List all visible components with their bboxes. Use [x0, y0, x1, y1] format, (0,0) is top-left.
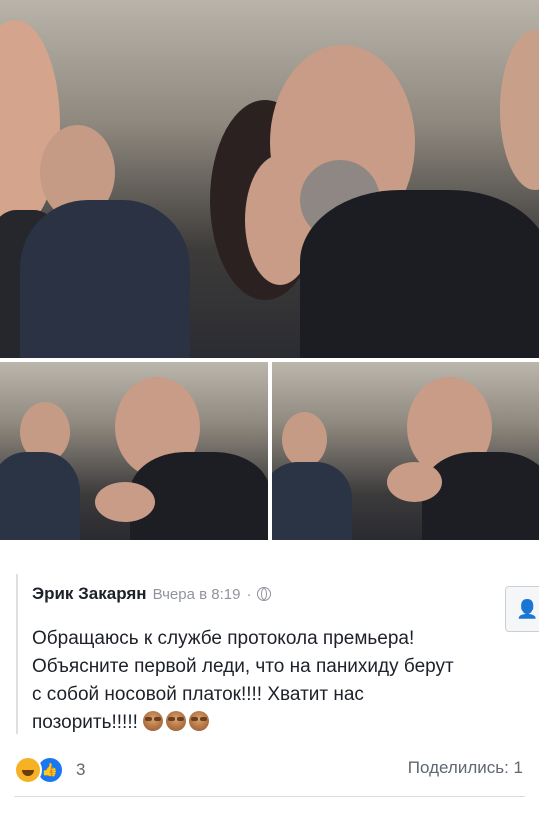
post-text-line: с собой носовой платок!!!! Хватит нас: [32, 684, 364, 705]
post-text-line: Объясните первой леди, что на панихиду б…: [32, 656, 454, 677]
photo-suit-right: [422, 452, 539, 540]
photo-hand: [387, 462, 442, 502]
shares-count[interactable]: Поделились: 1: [408, 758, 523, 778]
post-header: Эрик Закарян Вчера в 8:19 ·: [32, 584, 272, 604]
post-text: Обращаюсь к службе протокола премьера! О…: [32, 625, 512, 737]
see-no-evil-monkey-icon: [189, 711, 210, 731]
post-photo-secondary-1[interactable]: [0, 362, 268, 540]
photo-person-right: [500, 30, 539, 190]
post-text-last-line: позорить!!!!!: [32, 709, 512, 737]
photo-hand: [95, 482, 155, 522]
post-text-line: Обращаюсь к службе протокола премьера!: [32, 628, 415, 649]
photo-suit-left: [0, 452, 80, 540]
photo-person-glasses: [282, 412, 327, 467]
quote-bar: [16, 574, 18, 734]
post-time[interactable]: Вчера в 8:19: [153, 586, 241, 603]
reaction-count: 3: [76, 760, 86, 779]
meta-separator: ·: [246, 586, 252, 603]
photo-suit-center: [20, 200, 190, 358]
haha-reaction-icon: [14, 756, 42, 784]
see-no-evil-monkey-icon: [143, 711, 164, 731]
see-no-evil-monkey-icon: [166, 711, 187, 731]
post-text-line: позорить!!!!!: [32, 712, 138, 733]
divider: [14, 796, 525, 797]
author-name[interactable]: Эрик Закарян: [32, 584, 147, 604]
globe-icon: [257, 587, 272, 601]
reactions-summary[interactable]: 👍 3: [14, 756, 85, 784]
photo-suit-right: [300, 190, 539, 358]
post-photo-main[interactable]: [0, 0, 539, 358]
photo-suit-left: [272, 462, 352, 540]
add-friend-icon: 👤: [516, 599, 539, 619]
post-photo-secondary-2[interactable]: [272, 362, 539, 540]
